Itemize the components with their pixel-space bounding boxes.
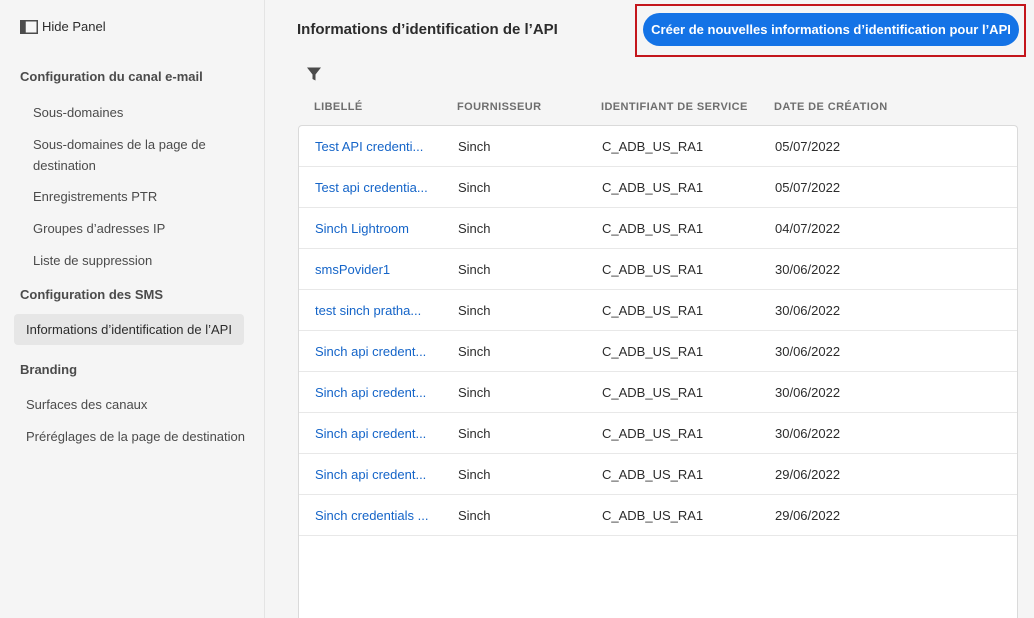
- page-title: Informations d’identification de l’API: [297, 21, 558, 38]
- row-provider: Sinch: [458, 262, 491, 277]
- row-label-link[interactable]: Test api credentia...: [315, 180, 428, 195]
- row-label-link[interactable]: Sinch api credent...: [315, 426, 426, 441]
- row-created-date: 30/06/2022: [775, 303, 841, 318]
- row-created-date: 29/06/2022: [775, 508, 841, 523]
- row-service-id: C_ADB_US_RA1: [602, 426, 704, 441]
- hide-panel-button[interactable]: Hide Panel: [20, 19, 106, 34]
- filter-icon[interactable]: [306, 66, 322, 82]
- table-row[interactable]: Sinch api credent... Sinch C_ADB_US_RA1 …: [299, 331, 1017, 372]
- row-created-date: 30/06/2022: [775, 262, 841, 277]
- column-header-created[interactable]: DATE DE CRÉATION: [774, 101, 888, 113]
- row-service-id: C_ADB_US_RA1: [602, 467, 704, 482]
- table-row[interactable]: Test API credenti... Sinch C_ADB_US_RA1 …: [299, 126, 1017, 167]
- row-service-id: C_ADB_US_RA1: [602, 262, 704, 277]
- column-header-provider[interactable]: FOURNISSEUR: [457, 101, 541, 113]
- row-service-id: C_ADB_US_RA1: [602, 221, 704, 236]
- table-header: LIBELLÉ FOURNISSEUR IDENTIFIANT DE SERVI…: [314, 101, 1014, 115]
- row-label-link[interactable]: Sinch api credent...: [315, 344, 426, 359]
- row-provider: Sinch: [458, 180, 491, 195]
- row-provider: Sinch: [458, 426, 491, 441]
- row-label-link[interactable]: Test API credenti...: [315, 139, 423, 154]
- row-label-link[interactable]: Sinch api credent...: [315, 467, 426, 482]
- column-header-service-id[interactable]: IDENTIFIANT DE SERVICE: [601, 101, 748, 113]
- nav-item-subdomains[interactable]: Sous-domaines: [33, 102, 233, 123]
- panel-toggle-icon: [20, 19, 38, 34]
- row-created-date: 04/07/2022: [775, 221, 841, 236]
- row-label-link[interactable]: Sinch Lightroom: [315, 221, 409, 236]
- row-provider: Sinch: [458, 385, 491, 400]
- table-row[interactable]: Sinch Lightroom Sinch C_ADB_US_RA1 04/07…: [299, 208, 1017, 249]
- table-row[interactable]: Sinch api credent... Sinch C_ADB_US_RA1 …: [299, 413, 1017, 454]
- credentials-table: Test API credenti... Sinch C_ADB_US_RA1 …: [298, 125, 1018, 618]
- row-service-id: C_ADB_US_RA1: [602, 180, 704, 195]
- row-provider: Sinch: [458, 139, 491, 154]
- row-created-date: 30/06/2022: [775, 385, 841, 400]
- row-provider: Sinch: [458, 303, 491, 318]
- table-row[interactable]: Sinch api credent... Sinch C_ADB_US_RA1 …: [299, 454, 1017, 495]
- row-created-date: 30/06/2022: [775, 426, 841, 441]
- nav-item-channel-surfaces[interactable]: Surfaces des canaux: [26, 394, 256, 415]
- row-provider: Sinch: [458, 221, 491, 236]
- nav-heading-branding: Branding: [20, 362, 78, 377]
- nav-item-landing-subdomains[interactable]: Sous-domaines de la page de destination: [33, 134, 233, 176]
- row-created-date: 05/07/2022: [775, 139, 841, 154]
- column-header-label[interactable]: LIBELLÉ: [314, 101, 363, 113]
- row-service-id: C_ADB_US_RA1: [602, 139, 704, 154]
- row-created-date: 30/06/2022: [775, 344, 841, 359]
- row-service-id: C_ADB_US_RA1: [602, 385, 704, 400]
- table-row[interactable]: Test api credentia... Sinch C_ADB_US_RA1…: [299, 167, 1017, 208]
- main-content: Informations d’identification de l’API C…: [266, 0, 1034, 618]
- nav-item-ptr-records[interactable]: Enregistrements PTR: [33, 186, 233, 207]
- row-provider: Sinch: [458, 508, 491, 523]
- row-label-link[interactable]: test sinch pratha...: [315, 303, 421, 318]
- nav-item-suppression-list[interactable]: Liste de suppression: [33, 250, 233, 271]
- row-label-link[interactable]: Sinch credentials ...: [315, 508, 428, 523]
- row-created-date: 29/06/2022: [775, 467, 841, 482]
- nav-heading-sms: Configuration des SMS: [20, 287, 163, 302]
- hide-panel-label: Hide Panel: [42, 19, 106, 34]
- row-service-id: C_ADB_US_RA1: [602, 508, 704, 523]
- row-service-id: C_ADB_US_RA1: [602, 344, 704, 359]
- nav-item-api-credentials[interactable]: Informations d’identification de l’API: [14, 314, 244, 345]
- table-row[interactable]: Sinch credentials ... Sinch C_ADB_US_RA1…: [299, 495, 1017, 536]
- create-api-credentials-button[interactable]: Créer de nouvelles informations d’identi…: [643, 13, 1019, 46]
- nav-item-ip-pools[interactable]: Groupes d’adresses IP: [33, 218, 233, 239]
- row-provider: Sinch: [458, 344, 491, 359]
- row-label-link[interactable]: Sinch api credent...: [315, 385, 426, 400]
- row-created-date: 05/07/2022: [775, 180, 841, 195]
- nav-item-label: Informations d’identification de l’API: [26, 322, 232, 337]
- table-row[interactable]: Sinch api credent... Sinch C_ADB_US_RA1 …: [299, 372, 1017, 413]
- nav-heading-email: Configuration du canal e-mail: [20, 69, 203, 84]
- row-provider: Sinch: [458, 467, 491, 482]
- nav-item-landing-presets[interactable]: Préréglages de la page de destination: [26, 426, 256, 447]
- table-row[interactable]: test sinch pratha... Sinch C_ADB_US_RA1 …: [299, 290, 1017, 331]
- row-label-link[interactable]: smsPovider1: [315, 262, 390, 277]
- row-service-id: C_ADB_US_RA1: [602, 303, 704, 318]
- table-row[interactable]: smsPovider1 Sinch C_ADB_US_RA1 30/06/202…: [299, 249, 1017, 290]
- left-panel: Hide Panel Configuration du canal e-mail…: [0, 0, 265, 618]
